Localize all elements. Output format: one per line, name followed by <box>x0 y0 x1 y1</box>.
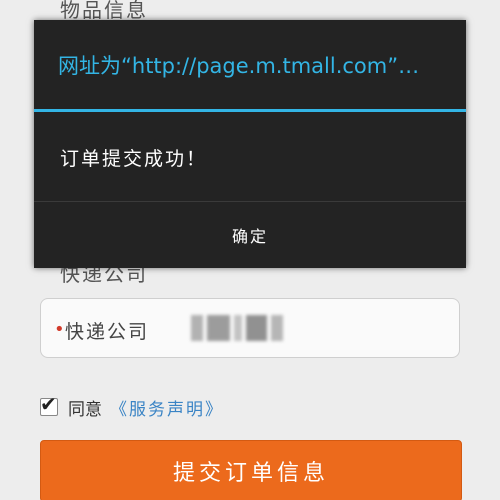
courier-company-field[interactable]: • 快递公司 <box>40 298 460 358</box>
dialog-ok-button[interactable]: 确定 <box>34 202 466 268</box>
agree-text: 同意 <box>68 399 102 420</box>
agreement-row: ✔ 同意 《服务声明》 <box>40 393 224 420</box>
dialog-title: 网址为“http://page.m.tmall.com”… <box>58 54 420 78</box>
agree-checkbox[interactable]: ✔ <box>40 393 58 416</box>
required-marker: • <box>54 319 65 340</box>
submit-order-button[interactable]: 提交订单信息 <box>40 440 462 500</box>
checkmark-icon: ✔ <box>40 392 57 416</box>
dialog-message: 订单提交成功！ <box>60 148 208 170</box>
service-statement-link[interactable]: 《服务声明》 <box>110 395 224 420</box>
courier-company-label: 快递公司 <box>65 321 150 343</box>
alert-dialog: 网址为“http://page.m.tmall.com”… 订单提交成功！ 确定 <box>34 20 466 268</box>
dialog-title-divider <box>34 109 466 112</box>
courier-company-value-blurred <box>191 315 283 341</box>
order-page: 物品信息 快递公司 • 快递公司 ✔ 同意 《服务声明》 提交订单信息 网址为“… <box>0 0 500 500</box>
